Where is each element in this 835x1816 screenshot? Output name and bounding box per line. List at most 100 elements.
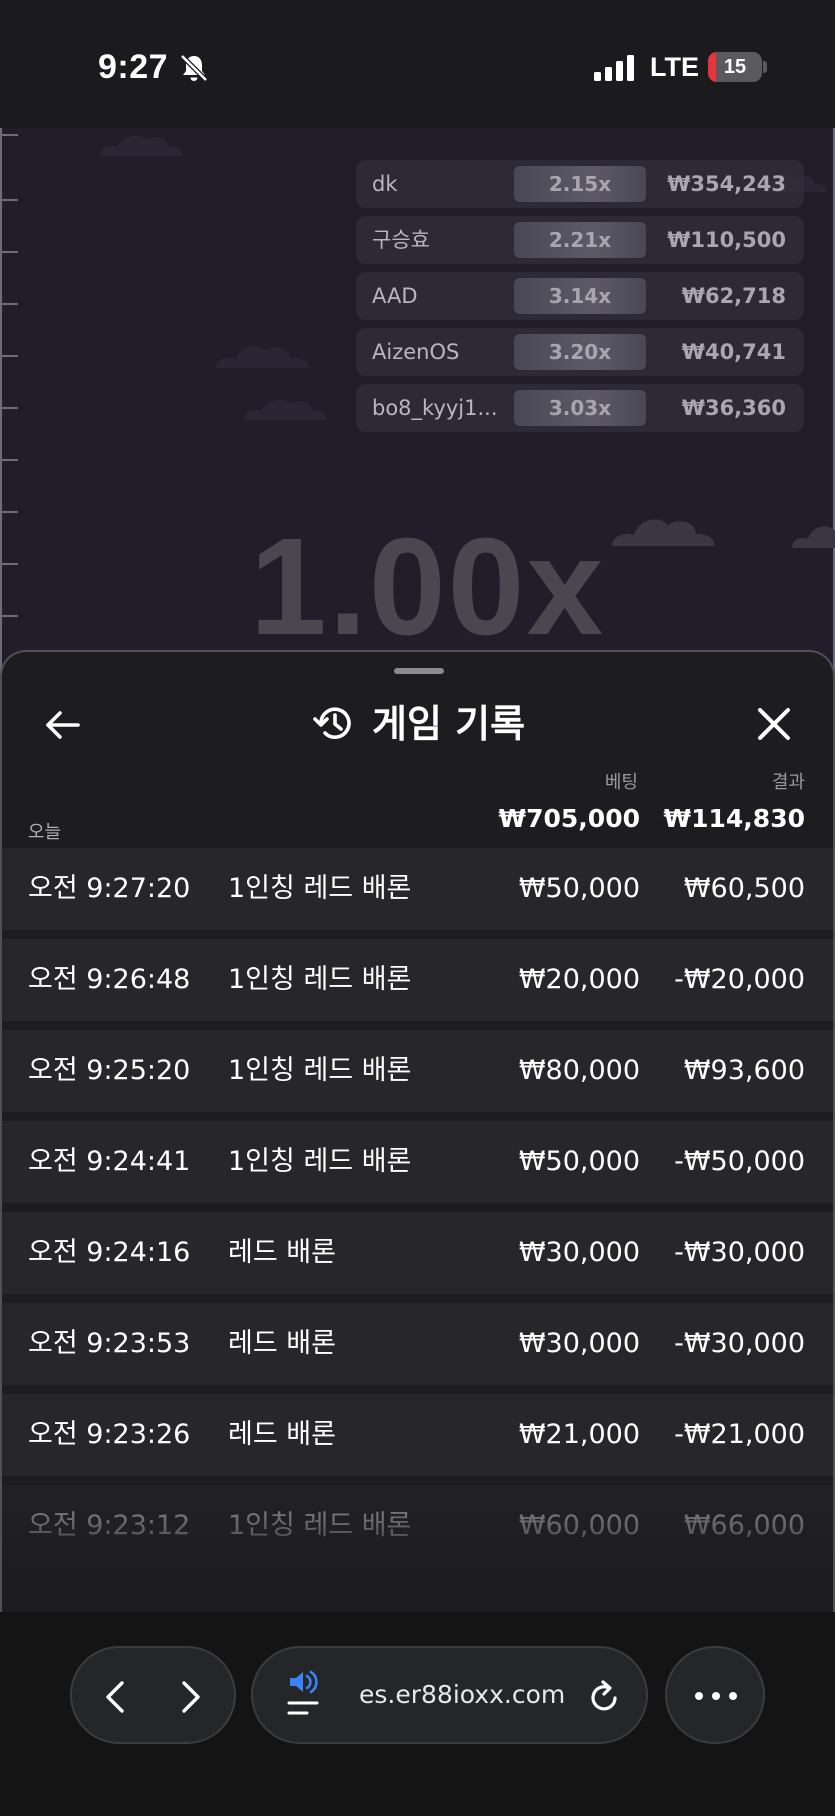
row-game: 레드 배론	[228, 1328, 336, 1359]
cloud-shape	[244, 399, 327, 420]
history-row[interactable]: 오전 9:26:48 1인칭 레드 배론 ₩20,000 -₩20,000	[2, 939, 833, 1021]
row-bet: ₩80,000	[518, 1055, 640, 1086]
total-bet-amount: ₩705,000	[498, 804, 640, 833]
live-bet-row: AizenOS 3.20x ₩40,741	[356, 328, 804, 376]
axis-tick	[2, 355, 18, 357]
close-icon[interactable]	[754, 704, 794, 744]
battery-cap	[763, 61, 767, 73]
row-result: -₩20,000	[674, 964, 805, 995]
row-time: 오전 9:24:41	[28, 1146, 191, 1177]
browser-toolbar: es.er88ioxx.com	[0, 1612, 835, 1816]
url-text[interactable]: es.er88ioxx.com	[359, 1648, 565, 1742]
bet-multiplier: 3.14x	[514, 278, 646, 314]
more-icon[interactable]	[693, 1686, 739, 1706]
row-game: 1인칭 레드 배론	[228, 1146, 412, 1177]
game-area: dk 2.15x ₩354,243 구승효 2.21x ₩110,500 AAD…	[0, 128, 835, 688]
row-game: 1인칭 레드 배론	[228, 964, 412, 995]
live-bets-list: dk 2.15x ₩354,243 구승효 2.21x ₩110,500 AAD…	[356, 160, 804, 440]
history-row[interactable]: 오전 9:25:20 1인칭 레드 배론 ₩80,000 ₩93,600	[2, 1030, 833, 1112]
bet-player-name: bo8_kyyj1...	[372, 396, 498, 420]
row-game: 1인칭 레드 배론	[228, 1055, 412, 1086]
signal-icon	[594, 55, 634, 81]
history-icon	[313, 707, 351, 739]
cloud-shape	[216, 346, 309, 368]
reload-icon[interactable]	[585, 1678, 623, 1716]
bell-off-icon	[180, 54, 208, 82]
row-game: 1인칭 레드 배론	[228, 873, 412, 904]
row-result: ₩60,500	[683, 873, 805, 904]
address-bar[interactable]: es.er88ioxx.com	[251, 1646, 648, 1744]
row-game: 레드 배론	[228, 1419, 336, 1450]
bet-multiplier: 2.15x	[514, 166, 646, 202]
column-header-result: 결과	[771, 772, 805, 793]
bet-amount: ₩110,500	[667, 228, 786, 252]
axis-tick	[2, 303, 18, 305]
row-time: 오전 9:23:53	[28, 1328, 191, 1359]
battery-level: 15	[723, 56, 747, 78]
app-root: 9:27 LTE 15 dk 2.15x ₩354,243 구승효 2.21x …	[0, 0, 835, 1816]
row-bet: ₩50,000	[518, 873, 640, 904]
status-time: 9:27	[98, 48, 169, 86]
bet-amount: ₩62,718	[681, 284, 786, 308]
axis-tick	[2, 459, 18, 461]
bet-multiplier: 3.03x	[514, 390, 646, 426]
bet-player-name: AizenOS	[372, 340, 460, 364]
cloud-shape	[100, 135, 183, 156]
forward-nav-icon[interactable]	[170, 1677, 210, 1717]
row-time: 오전 9:24:16	[28, 1237, 191, 1268]
battery-indicator: 15	[708, 52, 762, 82]
row-result: -₩50,000	[674, 1146, 805, 1177]
row-result: -₩30,000	[674, 1328, 805, 1359]
back-icon[interactable]	[42, 704, 84, 746]
row-result: -₩21,000	[674, 1419, 805, 1450]
axis-tick	[2, 199, 18, 201]
back-nav-icon[interactable]	[96, 1677, 136, 1717]
row-bet: ₩50,000	[518, 1146, 640, 1177]
bet-player-name: 구승효	[372, 228, 430, 252]
sheet-title: 게임 기록	[372, 702, 526, 746]
history-row[interactable]: 오전 9:27:20 1인칭 레드 배론 ₩50,000 ₩60,500	[2, 848, 833, 930]
drag-handle[interactable]	[394, 668, 444, 674]
live-bet-row: dk 2.15x ₩354,243	[356, 160, 804, 208]
live-bet-row: AAD 3.14x ₩62,718	[356, 272, 804, 320]
date-group-label: 오늘	[28, 822, 62, 843]
network-label: LTE	[650, 52, 699, 82]
axis-tick	[2, 251, 18, 253]
total-result-amount: ₩114,830	[663, 804, 805, 833]
bet-multiplier: 3.20x	[514, 334, 646, 370]
history-list: 오전 9:27:20 1인칭 레드 배론 ₩50,000 ₩60,500 오전 …	[2, 848, 833, 1576]
navigation-controls	[70, 1646, 236, 1744]
row-bet: ₩30,000	[518, 1328, 640, 1359]
game-multiplier: 1.00x	[249, 510, 606, 664]
row-time: 오전 9:26:48	[28, 964, 191, 995]
bet-amount: ₩36,360	[681, 396, 786, 420]
page-load-progress	[267, 1738, 279, 1742]
row-bet: ₩21,000	[518, 1419, 640, 1450]
live-bet-row: bo8_kyyj1... 3.03x ₩36,360	[356, 384, 804, 432]
row-game: 레드 배론	[228, 1237, 336, 1268]
bet-amount: ₩354,243	[667, 172, 786, 196]
status-bar: 9:27 LTE 15	[0, 0, 835, 128]
axis-tick	[2, 134, 18, 136]
game-history-sheet: 게임 기록 베팅 결과 오늘 ₩705,000 ₩114,830 오전 9:27…	[0, 650, 835, 1612]
bet-player-name: dk	[372, 172, 398, 196]
column-header-bet: 베팅	[604, 772, 638, 793]
history-row[interactable]: 오전 9:24:16 레드 배론 ₩30,000 -₩30,000	[2, 1212, 833, 1294]
bet-multiplier: 2.21x	[514, 222, 646, 258]
bet-amount: ₩40,741	[681, 340, 786, 364]
list-fade-overlay	[2, 1502, 833, 1612]
bet-player-name: AAD	[372, 284, 418, 308]
row-bet: ₩20,000	[518, 964, 640, 995]
history-row[interactable]: 오전 9:24:41 1인칭 레드 배론 ₩50,000 -₩50,000	[2, 1121, 833, 1203]
history-row[interactable]: 오전 9:23:26 레드 배론 ₩21,000 -₩21,000	[2, 1394, 833, 1476]
row-time: 오전 9:23:26	[28, 1419, 191, 1450]
live-bet-row: 구승효 2.21x ₩110,500	[356, 216, 804, 264]
axis-tick	[2, 407, 18, 409]
speaker-icon[interactable]	[287, 1670, 321, 1720]
row-time: 오전 9:27:20	[28, 873, 191, 904]
row-result: ₩93,600	[683, 1055, 805, 1086]
history-row[interactable]: 오전 9:23:53 레드 배론 ₩30,000 -₩30,000	[2, 1303, 833, 1385]
more-menu-button[interactable]	[665, 1646, 765, 1744]
row-result: -₩30,000	[674, 1237, 805, 1268]
row-time: 오전 9:25:20	[28, 1055, 191, 1086]
